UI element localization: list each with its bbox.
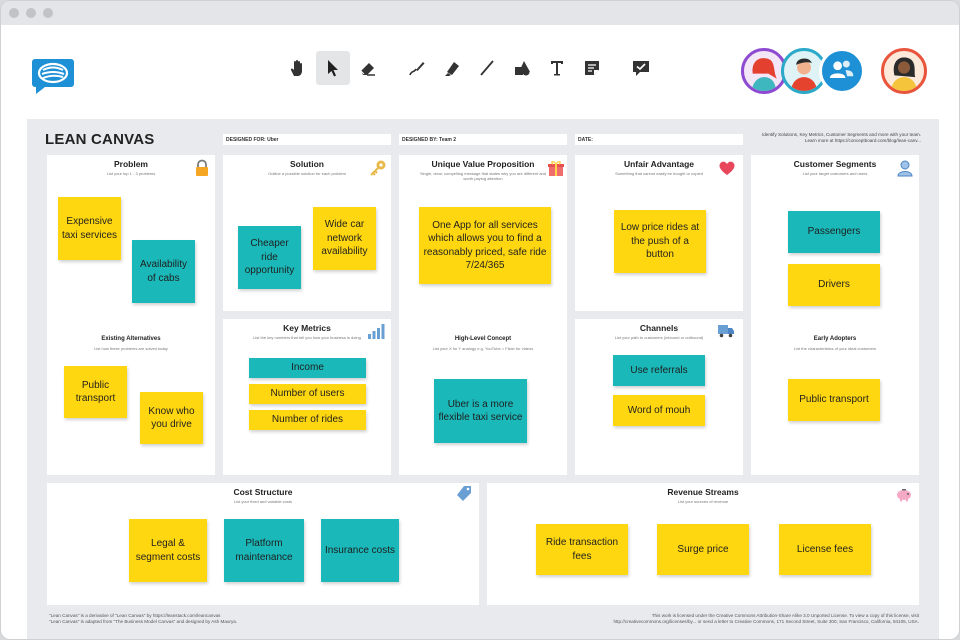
eraser-tool-button[interactable] [351, 51, 385, 85]
avatar-man-icon [790, 58, 818, 91]
customer-segments-title: Customer Segments [793, 159, 877, 169]
sticky-note[interactable]: Platform maintenance [224, 519, 304, 582]
sticky-note[interactable]: Passengers [788, 211, 880, 253]
sticky-note-icon [585, 61, 599, 75]
piggy-bank-icon [897, 489, 911, 502]
eraser-icon [360, 63, 375, 76]
existing-alternatives-title: Existing Alternatives [101, 336, 161, 342]
sticky-note[interactable]: Public transport [64, 366, 127, 418]
early-adopters-subtitle: List the characteristics of your ideal c… [793, 346, 877, 351]
solution-title: Solution [290, 159, 324, 169]
problem-title: Problem [113, 159, 148, 169]
date-field[interactable]: DATE: [575, 134, 743, 145]
sticky-note[interactable]: Use referrals [613, 355, 705, 386]
cost-structure-subtitle: List your fixed and variable costs [233, 499, 293, 504]
bar-chart-icon [368, 324, 385, 339]
user-icon [897, 160, 913, 177]
canvas-info-note: Identify Solutions, Key Metrics, Custome… [749, 132, 921, 144]
sticky-note[interactable]: Cheaper ride opportunity [238, 226, 301, 289]
lock-icon [196, 159, 208, 176]
sticky-note[interactable]: Wide car network availability [313, 207, 376, 270]
window-close-dot[interactable] [9, 8, 19, 18]
pen-tool-button[interactable] [400, 51, 434, 85]
footer-left-line-2: "Lean Canvas" is adapted from "The Busin… [49, 619, 238, 625]
highlighter-icon [445, 62, 459, 76]
line-icon [480, 60, 494, 76]
highlighter-tool-button[interactable] [435, 51, 469, 85]
sticky-note[interactable]: Public transport [788, 379, 880, 421]
price-tag-icon [457, 486, 471, 501]
cursor-arrow-icon [328, 60, 338, 77]
title-bar [1, 1, 959, 25]
canvas-title: LEAN CANVAS [45, 131, 155, 148]
footer-right: This work is licensed under the Creative… [501, 613, 919, 626]
hand-icon [290, 60, 302, 76]
heart-icon [719, 161, 735, 175]
key-metrics-subtitle: List the key numbers that tell you how y… [253, 335, 361, 340]
drawing-toolbar [281, 51, 659, 85]
line-tool-button[interactable] [470, 51, 504, 85]
hand-tool-button[interactable] [281, 51, 315, 85]
designed-by-field[interactable]: DESIGNED BY: Team 2 [399, 134, 567, 145]
window-maximize-dot[interactable] [43, 8, 53, 18]
key-metrics-title: Key Metrics [283, 323, 331, 333]
sticky-note[interactable]: Number of users [249, 384, 366, 404]
sticky-note[interactable]: Insurance costs [321, 519, 399, 582]
comment-check-icon [633, 61, 649, 76]
early-adopters-title: Early Adopters [813, 336, 857, 342]
text-icon [551, 61, 563, 76]
window-minimize-dot[interactable] [26, 8, 36, 18]
high-level-concept-subtitle: List your X for Y analogy e.g. YouTube =… [432, 346, 534, 351]
pen-icon [409, 62, 425, 76]
solution-subtitle: Outline a possible solution for each pro… [268, 171, 346, 176]
footer-left: "Lean Canvas" is a derivative of "Lean C… [49, 613, 469, 626]
sticky-note[interactable]: Know who you drive [140, 392, 203, 444]
truck-icon [718, 325, 734, 338]
revenue-streams-subtitle: List your sources of revenue [677, 499, 729, 504]
sticky-note[interactable]: Income [249, 358, 366, 378]
avatar-woman-dark-icon [890, 57, 918, 91]
sticky-note[interactable]: One App for all services which allows yo… [419, 207, 551, 284]
sticky-note[interactable]: License fees [779, 524, 871, 575]
high-level-concept-title: High-Level Concept [454, 336, 512, 342]
sticky-note[interactable]: Ride transaction fees [536, 524, 628, 575]
cost-structure-title: Cost Structure [233, 487, 293, 497]
comment-tool-button[interactable] [624, 51, 658, 85]
shapes-icon [515, 61, 530, 76]
conceptboard-logo-icon[interactable] [31, 56, 75, 94]
user-avatar-3[interactable] [881, 48, 927, 94]
avatar-woman-icon [751, 58, 778, 91]
canvas-info-line-2[interactable]: Learn more at https://conceptboard.com/b… [749, 138, 921, 144]
sticky-note[interactable]: Word of mouh [613, 395, 705, 426]
sticky-note[interactable]: Legal & segment costs [129, 519, 207, 582]
sticky-note[interactable]: Low price rides at the push of a button [614, 210, 706, 273]
uvp-subtitle: Single, clear, compelling message that s… [420, 171, 546, 181]
sticky-note[interactable]: Surge price [657, 524, 749, 575]
revenue-streams-title: Revenue Streams [667, 487, 739, 497]
problem-subtitle: List your top 1 - 3 problems [106, 171, 156, 176]
app-window: LEAN CANVAS DESIGNED FOR: Uber DESIGNED … [0, 0, 960, 640]
customer-segments-subtitle: List your target customers and users [802, 171, 868, 176]
users-group-icon [829, 60, 854, 78]
customer-segments-panel[interactable]: Customer Segments List your target custo… [751, 155, 919, 475]
sticky-note[interactable]: Number of rides [249, 410, 366, 430]
select-tool-button[interactable] [316, 51, 350, 85]
group-members-button[interactable] [819, 48, 865, 94]
shape-tool-button[interactable] [505, 51, 539, 85]
sticky-note[interactable]: Expensive taxi services [58, 197, 121, 260]
footer-right-line-2[interactable]: http://creativecommons.org/licenses/by..… [501, 619, 919, 625]
key-icon [370, 160, 386, 176]
sticky-note[interactable]: Drivers [788, 264, 880, 306]
existing-alternatives-subtitle: List how these problems are solved today [94, 346, 168, 351]
sticky-note-tool-button[interactable] [575, 51, 609, 85]
sticky-note[interactable]: Availability of cabs [132, 240, 195, 303]
gift-icon [548, 161, 564, 176]
designed-for-field[interactable]: DESIGNED FOR: Uber [223, 134, 391, 145]
text-tool-button[interactable] [540, 51, 574, 85]
uvp-title: Unique Value Proposition [431, 159, 535, 169]
sticky-note[interactable]: Uber is a more flexible taxi service [434, 379, 527, 443]
